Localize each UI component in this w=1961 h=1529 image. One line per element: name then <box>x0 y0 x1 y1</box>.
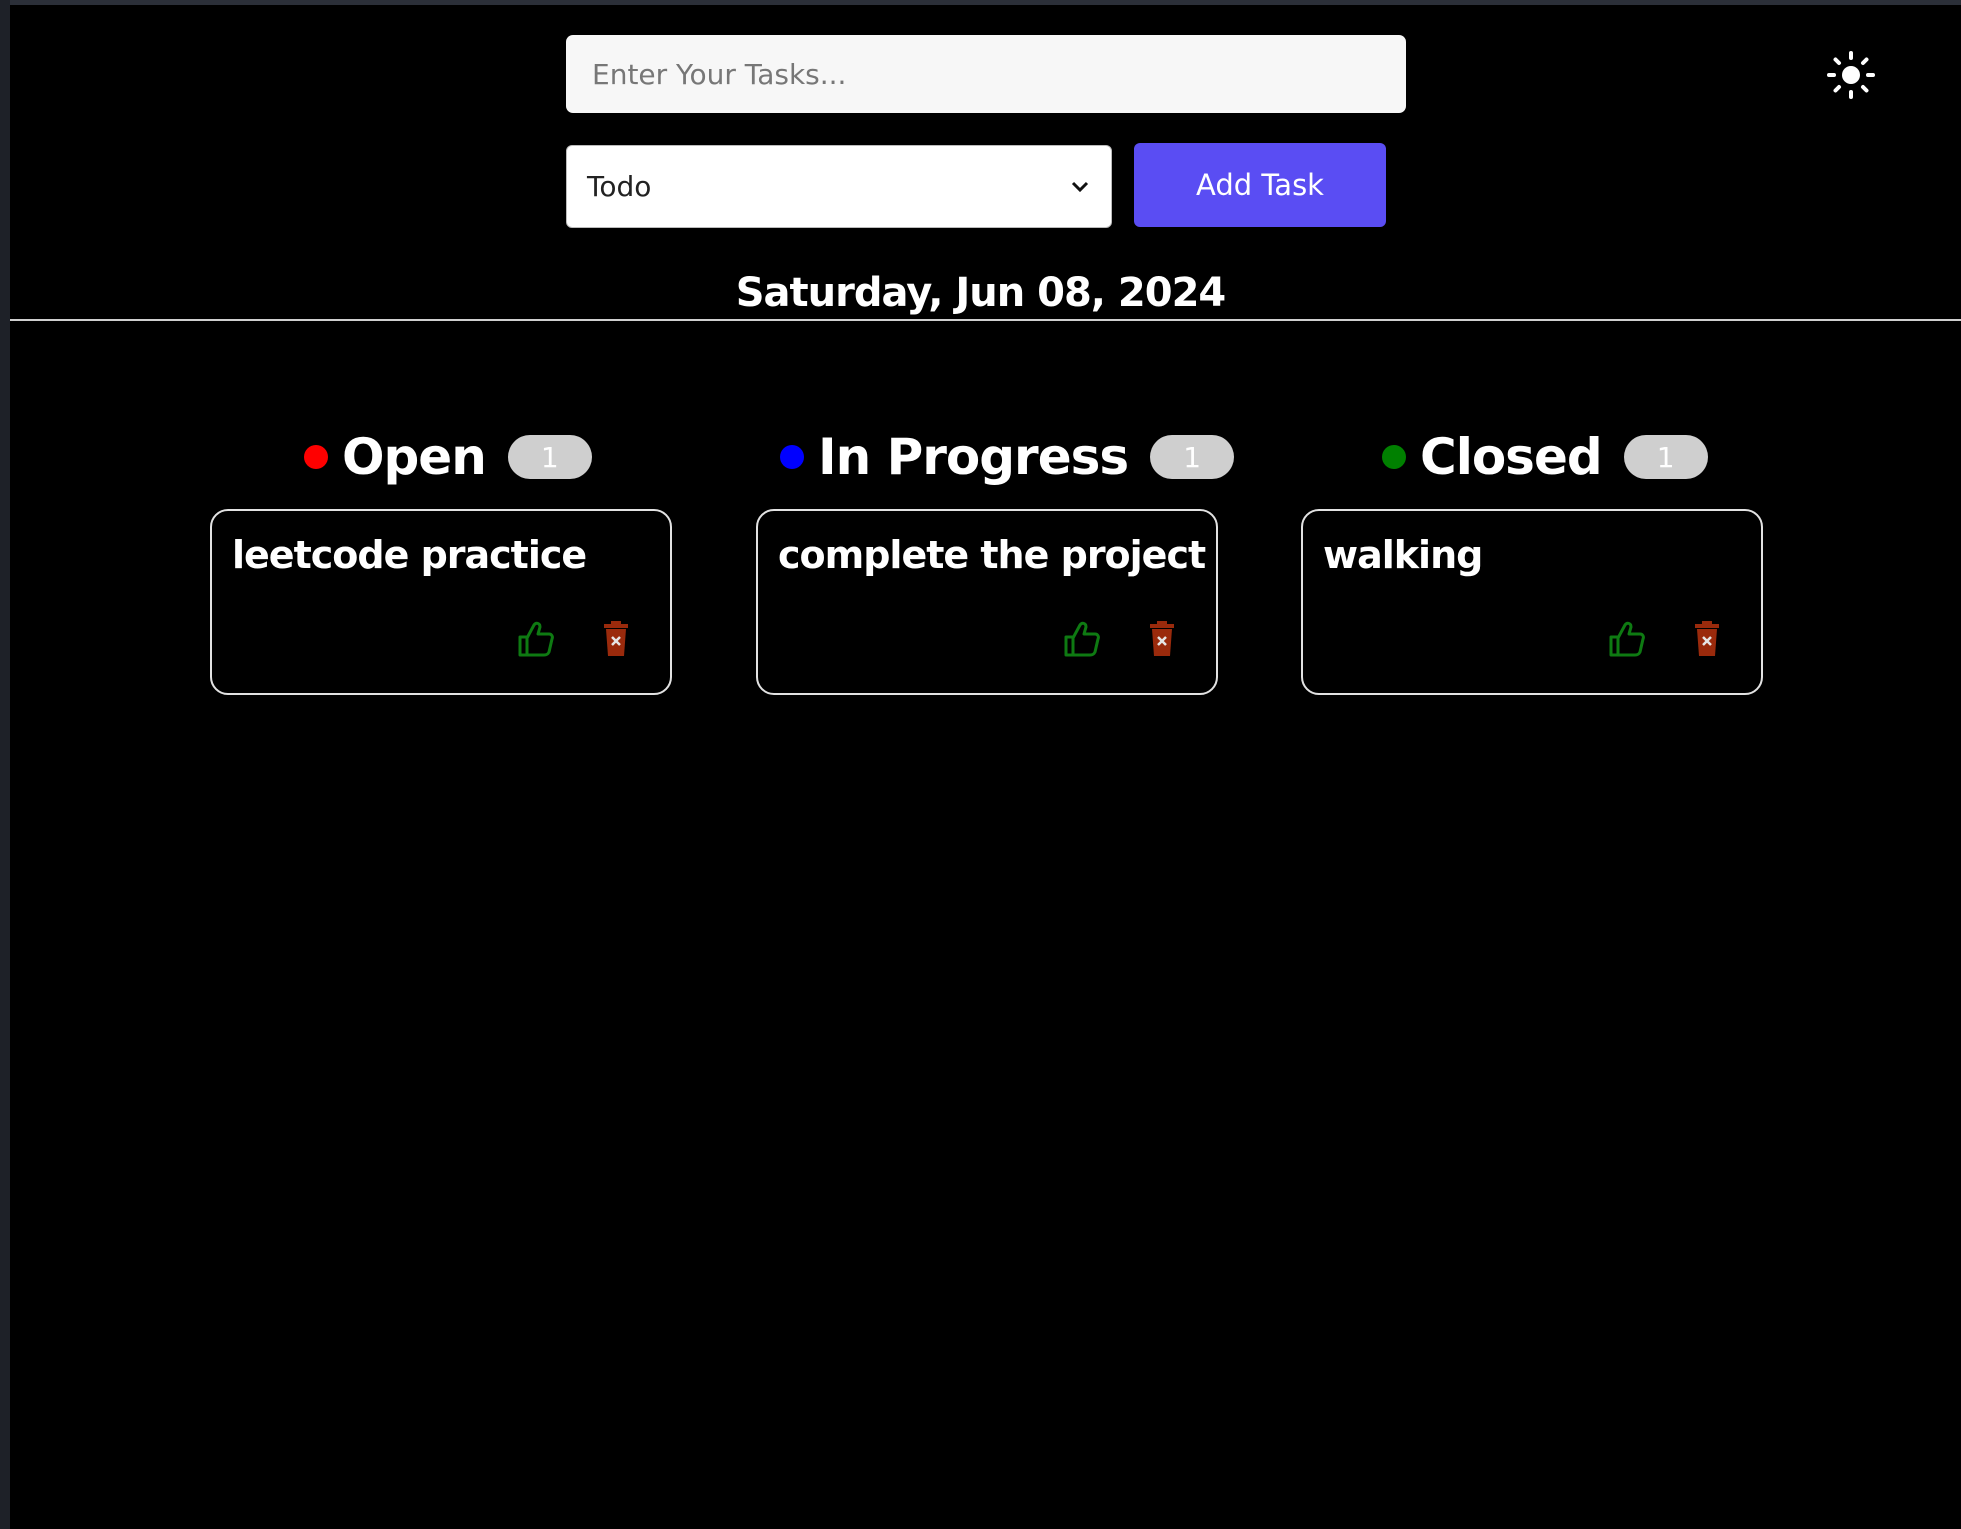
count-badge: 1 <box>1623 435 1708 479</box>
app-window: Todo Add Task Saturday, Jun 08, 2024 Ope… <box>0 0 1961 1529</box>
delete-icon[interactable] <box>1685 617 1729 661</box>
thumbs-up-icon[interactable] <box>514 617 558 661</box>
theme-toggle-button[interactable] <box>1826 50 1876 100</box>
status-select-value: Todo <box>587 170 652 203</box>
task-card[interactable]: complete the project <box>756 509 1218 695</box>
window-left-edge <box>0 0 10 1529</box>
sun-icon <box>1827 51 1875 99</box>
count-badge: 1 <box>507 435 592 479</box>
column-title: In Progress <box>818 428 1129 486</box>
thumbs-up-icon[interactable] <box>1605 617 1649 661</box>
column-header-closed: Closed 1 <box>1382 425 1708 489</box>
thumbs-up-icon[interactable] <box>1060 617 1104 661</box>
delete-icon[interactable] <box>594 617 638 661</box>
task-card[interactable]: walking <box>1301 509 1763 695</box>
window-top-edge <box>0 0 1961 5</box>
chevron-down-icon <box>1071 174 1089 199</box>
task-text: complete the project <box>778 533 1206 577</box>
header-divider <box>10 319 1961 321</box>
task-text: walking <box>1323 533 1483 577</box>
delete-icon[interactable] <box>1140 617 1184 661</box>
status-dot-in-progress <box>780 445 804 469</box>
status-dot-closed <box>1382 445 1406 469</box>
add-task-button[interactable]: Add Task <box>1134 143 1386 227</box>
task-text: leetcode practice <box>232 533 587 577</box>
date-heading: Saturday, Jun 08, 2024 <box>735 270 1226 316</box>
column-title: Open <box>342 428 487 486</box>
column-header-open: Open 1 <box>304 425 592 489</box>
task-card[interactable]: leetcode practice <box>210 509 672 695</box>
task-input[interactable] <box>566 35 1406 113</box>
status-select[interactable]: Todo <box>566 145 1112 228</box>
column-header-in-progress: In Progress 1 <box>780 425 1235 489</box>
count-badge: 1 <box>1150 435 1235 479</box>
status-dot-open <box>304 445 328 469</box>
column-title: Closed <box>1420 428 1603 486</box>
